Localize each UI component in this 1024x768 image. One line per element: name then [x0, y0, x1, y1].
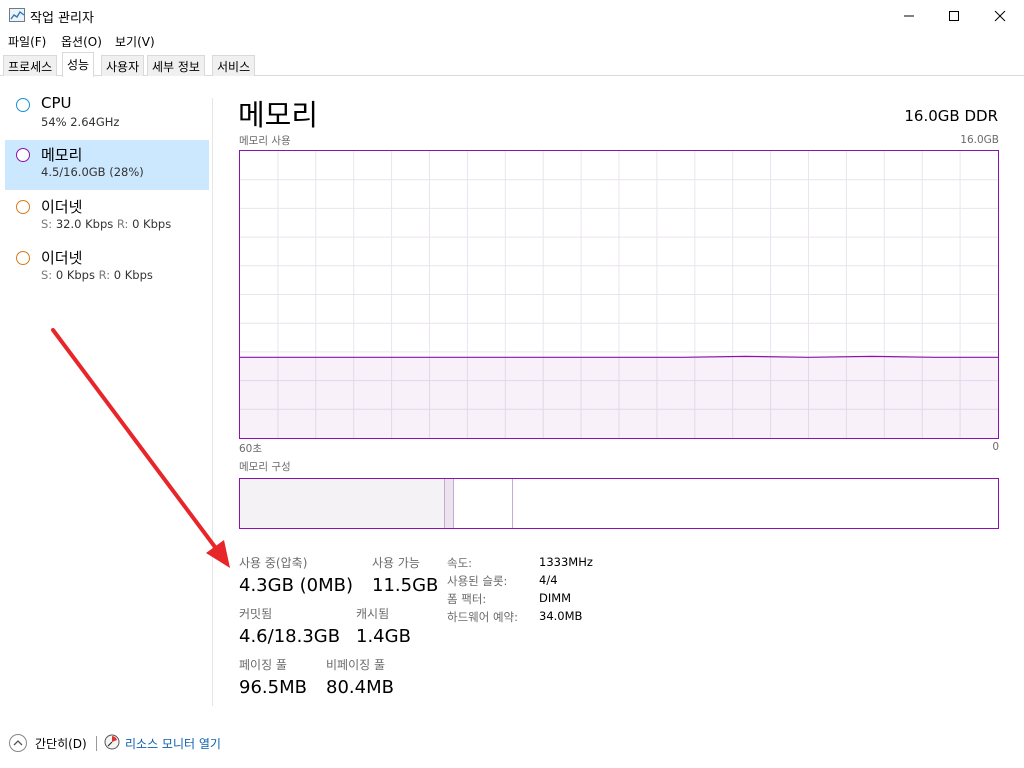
sidebar-item-ethernet-2[interactable]: 이더넷 S: 0 Kbps R: 0 Kbps	[5, 243, 209, 293]
chart-title: 메모리 사용	[239, 135, 291, 147]
sidebar-cpu-title: CPU	[41, 94, 72, 112]
resource-monitor-icon[interactable]	[104, 734, 120, 750]
menu-options[interactable]: 옵션(O)	[61, 33, 102, 50]
footer-separator	[96, 736, 97, 751]
menu-bar: 파일(F) 옵션(O) 보기(V)	[0, 31, 1024, 51]
nonpaged-pool-value: 80.4MB	[326, 677, 394, 698]
sidebar-memory-title: 메모리	[41, 146, 83, 164]
form-factor-value: DIMM	[539, 591, 572, 605]
footer-bar: 간단히(D) 리소스 모니터 열기	[0, 728, 1024, 758]
maximize-button[interactable]	[931, 0, 977, 31]
close-button[interactable]	[977, 0, 1023, 31]
memory-composition-bar	[239, 478, 999, 529]
slots-used-label: 사용된 슬롯:	[447, 574, 508, 588]
committed-label: 커밋됨	[239, 607, 273, 621]
chart-x-right: 0	[992, 441, 999, 453]
memory-usage-area	[240, 356, 998, 438]
minimize-button[interactable]	[886, 0, 932, 31]
available-value: 11.5GB	[372, 575, 439, 596]
collapse-button[interactable]	[9, 734, 27, 752]
chevron-up-icon	[13, 740, 23, 746]
hardware-reserved-label: 하드웨어 예약:	[447, 610, 519, 624]
tab-services[interactable]: 서비스	[212, 55, 256, 76]
in-use-value: 4.3GB (0MB)	[239, 575, 354, 596]
collapse-link[interactable]: 간단히(D)	[35, 735, 87, 752]
slots-used-value: 4/4	[539, 573, 558, 587]
tab-details[interactable]: 세부 정보	[147, 55, 205, 76]
sidebar-cpu-sub: 54% 2.64GHz	[41, 115, 120, 129]
minimize-icon	[904, 15, 914, 16]
composition-standby[interactable]	[454, 479, 513, 528]
title-bar: 작업 관리자	[0, 0, 1024, 31]
nonpaged-pool-label: 비페이징 풀	[326, 658, 386, 672]
memory-graph-icon	[16, 148, 30, 162]
sidebar-item-ethernet-1[interactable]: 이더넷 S: 32.0 Kbps R: 0 Kbps	[5, 192, 209, 242]
available-label: 사용 가능	[372, 556, 420, 570]
committed-value: 4.6/18.3GB	[239, 626, 341, 647]
paged-pool-value: 96.5MB	[239, 677, 307, 698]
tab-bar: 프로세스 성능 사용자 세부 정보 서비스	[0, 52, 1024, 77]
composition-modified[interactable]	[445, 479, 454, 528]
maximize-icon	[949, 10, 959, 21]
menu-file[interactable]: 파일(F)	[8, 33, 46, 50]
sidebar-eth1-title: 이더넷	[41, 198, 83, 216]
form-factor-label: 폼 팩터:	[447, 592, 487, 606]
composition-title: 메모리 구성	[239, 461, 291, 473]
chart-x-left: 60초	[239, 443, 263, 455]
sidebar-item-cpu[interactable]: CPU 54% 2.64GHz	[5, 90, 209, 140]
cpu-graph-icon	[16, 98, 30, 112]
open-resource-monitor-link[interactable]: 리소스 모니터 열기	[125, 735, 221, 752]
sidebar-eth2-sub: S: 0 Kbps R: 0 Kbps	[41, 268, 153, 282]
chart-y-max: 16.0GB	[960, 134, 999, 146]
hardware-reserved-value: 34.0MB	[539, 609, 583, 623]
cached-value: 1.4GB	[356, 626, 411, 647]
sidebar-eth1-sub: S: 32.0 Kbps R: 0 Kbps	[41, 217, 172, 231]
paged-pool-label: 페이징 풀	[239, 658, 287, 672]
ethernet-graph-icon	[16, 251, 30, 265]
page-title: 메모리	[238, 98, 319, 132]
menu-view[interactable]: 보기(V)	[115, 33, 155, 50]
memory-spec: 16.0GB DDR	[904, 107, 998, 125]
task-manager-icon	[9, 8, 25, 22]
tab-performance[interactable]: 성능	[62, 52, 95, 77]
composition-in-use[interactable]	[240, 479, 445, 528]
sidebar-memory-sub: 4.5/16.0GB (28%)	[41, 165, 144, 179]
ethernet-graph-icon	[16, 200, 30, 214]
speed-label: 속도:	[447, 556, 473, 570]
speed-value: 1333MHz	[539, 555, 593, 569]
sidebar-eth2-title: 이더넷	[41, 249, 83, 267]
window-title: 작업 관리자	[30, 11, 94, 26]
memory-usage-plot	[240, 151, 998, 438]
tab-processes[interactable]: 프로세스	[3, 55, 58, 76]
tab-users[interactable]: 사용자	[101, 55, 145, 76]
in-use-label: 사용 중(압축)	[239, 556, 308, 570]
close-icon	[994, 10, 1006, 21]
sidebar-divider[interactable]	[212, 98, 213, 706]
cached-label: 캐시됨	[356, 607, 390, 621]
sidebar-item-memory[interactable]: 메모리 4.5/16.0GB (28%)	[5, 140, 209, 190]
memory-usage-chart	[239, 150, 999, 439]
